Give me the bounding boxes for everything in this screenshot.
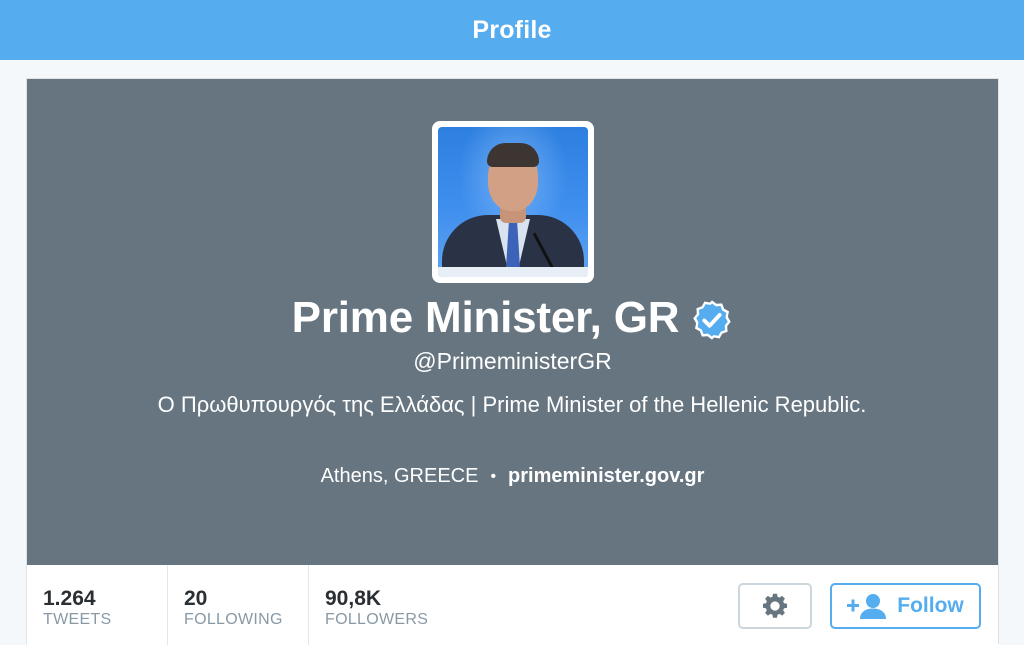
profile-meta: Athens, GREECE • primeminister.gov.gr — [27, 465, 998, 488]
profile-bio: Ο Πρωθυπουργός της Ελλάδας | Prime Minis… — [157, 392, 867, 417]
stat-value: 20 — [184, 587, 208, 610]
profile-banner: Prime Minister, GR @PrimeministerGR Ο Πρ… — [27, 79, 998, 565]
meta-separator: • — [490, 467, 497, 485]
page-title: Profile — [472, 15, 552, 44]
avatar[interactable] — [432, 121, 594, 283]
profile-card: Prime Minister, GR @PrimeministerGR Ο Πρ… — [26, 78, 999, 645]
profile-website-link[interactable]: primeminister.gov.gr — [508, 465, 704, 488]
stat-value: 1.264 — [43, 587, 96, 610]
stat-label: FOLLOWERS — [325, 611, 429, 628]
stat-value: 90,8K — [325, 587, 382, 610]
stat-label: TWEETS — [43, 611, 112, 628]
stat-label: FOLLOWING — [184, 611, 283, 628]
stat-tweets[interactable]: 1.264 TWEETS — [27, 565, 168, 645]
stat-followers[interactable]: 90,8K FOLLOWERS — [309, 565, 450, 645]
verified-badge-icon — [693, 300, 732, 340]
avatar-photo — [438, 127, 588, 277]
settings-button[interactable] — [738, 583, 812, 629]
profile-name-row: Prime Minister, GR — [27, 293, 998, 343]
profile-name: Prime Minister, GR — [291, 293, 680, 342]
follow-button[interactable]: Follow — [830, 583, 981, 629]
add-user-icon — [847, 594, 887, 619]
stat-following[interactable]: 20 FOLLOWING — [168, 565, 309, 645]
profile-handle: @PrimeministerGR — [413, 348, 612, 374]
profile-location: Athens, GREECE — [320, 465, 479, 487]
top-nav-bar: Profile — [0, 0, 1024, 60]
gear-icon — [762, 593, 788, 618]
follow-button-label: Follow — [897, 594, 964, 617]
